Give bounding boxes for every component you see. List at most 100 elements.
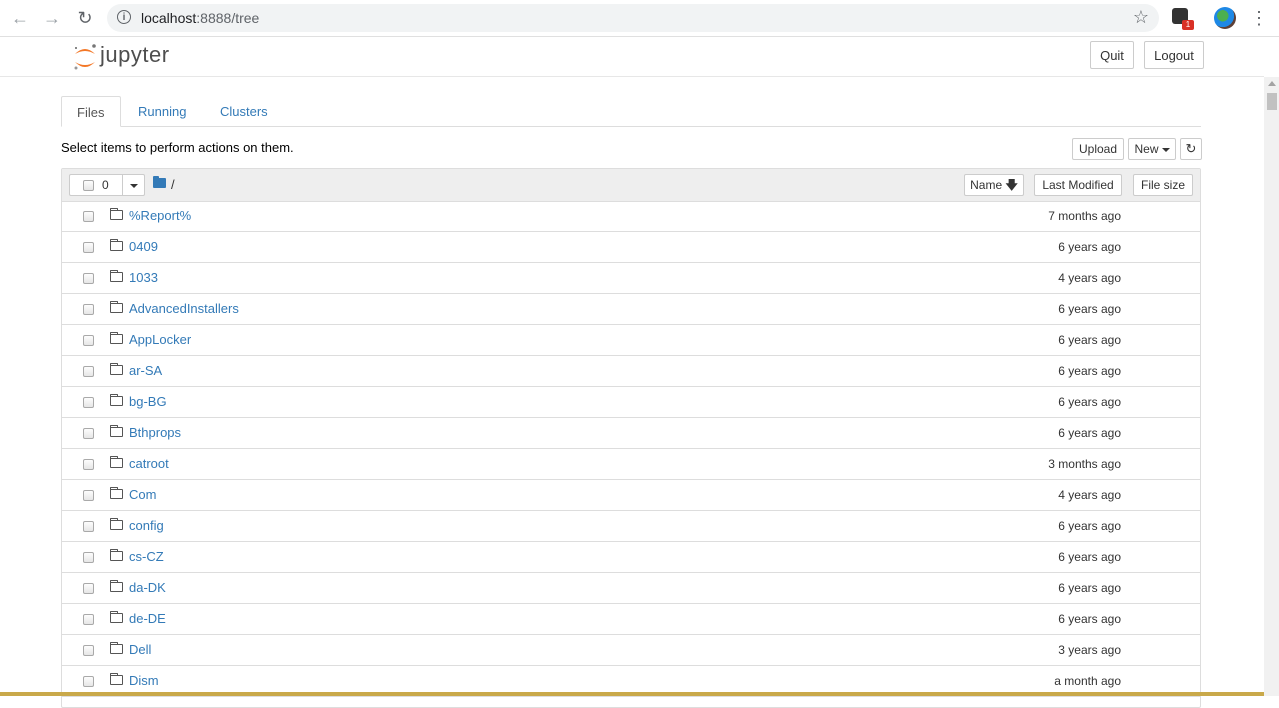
row-checkbox[interactable] xyxy=(83,645,94,656)
reload-icon[interactable]: ↻ xyxy=(73,6,97,30)
tab-files[interactable]: Files xyxy=(61,96,121,127)
table-row[interactable]: 1033 4 years ago xyxy=(62,263,1200,294)
forward-icon[interactable]: → xyxy=(40,6,64,30)
file-modified: 4 years ago xyxy=(1058,488,1121,502)
row-checkbox[interactable] xyxy=(83,583,94,594)
tab-clusters[interactable]: Clusters xyxy=(205,96,283,126)
table-row[interactable]: Dell 3 years ago xyxy=(62,635,1200,666)
sort-modified-button[interactable]: Last Modified xyxy=(1034,174,1122,196)
row-checkbox[interactable] xyxy=(83,552,94,563)
table-row[interactable]: bg-BG 6 years ago xyxy=(62,387,1200,418)
row-checkbox[interactable] xyxy=(83,304,94,315)
sort-size-button[interactable]: File size xyxy=(1133,174,1193,196)
row-checkbox[interactable] xyxy=(83,459,94,470)
file-name-link[interactable]: config xyxy=(129,518,164,533)
table-row[interactable]: cs-CZ 6 years ago xyxy=(62,542,1200,573)
row-checkbox[interactable] xyxy=(83,366,94,377)
row-checkbox[interactable] xyxy=(83,428,94,439)
file-modified: 6 years ago xyxy=(1058,612,1121,626)
profile-avatar[interactable] xyxy=(1214,7,1236,29)
table-row[interactable]: Com 4 years ago xyxy=(62,480,1200,511)
folder-icon xyxy=(110,673,123,685)
tab-running[interactable]: Running xyxy=(123,96,201,126)
file-name-link[interactable]: Dism xyxy=(129,673,159,688)
jupyter-logo-text[interactable]: jupyter xyxy=(100,42,170,68)
browser-menu-icon[interactable]: ⋮ xyxy=(1250,6,1268,30)
file-name-link[interactable]: 1033 xyxy=(129,270,158,285)
file-name-link[interactable]: AdvancedInstallers xyxy=(129,301,239,316)
folder-icon xyxy=(110,301,123,313)
table-row[interactable]: 0409 6 years ago xyxy=(62,232,1200,263)
file-name-link[interactable]: 0409 xyxy=(129,239,158,254)
refresh-button[interactable]: ↻ xyxy=(1180,138,1202,160)
folder-icon xyxy=(110,518,123,530)
file-modified: 7 months ago xyxy=(1048,209,1121,223)
table-row[interactable]: Bthprops 6 years ago xyxy=(62,418,1200,449)
row-checkbox[interactable] xyxy=(83,490,94,501)
table-row[interactable]: de-DE 6 years ago xyxy=(62,604,1200,635)
file-name-link[interactable]: AppLocker xyxy=(129,332,191,347)
row-checkbox[interactable] xyxy=(83,614,94,625)
row-checkbox[interactable] xyxy=(83,273,94,284)
quit-button[interactable]: Quit xyxy=(1090,41,1134,69)
file-modified: 6 years ago xyxy=(1058,240,1121,254)
row-checkbox[interactable] xyxy=(83,521,94,532)
taskbar-edge xyxy=(0,692,1264,696)
file-name-link[interactable]: catroot xyxy=(129,456,169,471)
file-name-link[interactable]: %Report% xyxy=(129,208,191,223)
row-checkbox[interactable] xyxy=(83,397,94,408)
back-icon[interactable]: ← xyxy=(8,6,32,30)
arrow-down-icon: 🡇 xyxy=(1005,178,1018,192)
folder-icon xyxy=(110,332,123,344)
table-row[interactable]: config 6 years ago xyxy=(62,511,1200,542)
row-checkbox[interactable] xyxy=(83,211,94,222)
chevron-down-icon xyxy=(130,183,138,188)
file-modified: 6 years ago xyxy=(1058,364,1121,378)
site-info-icon[interactable]: i xyxy=(117,10,131,24)
page-scrollbar[interactable] xyxy=(1264,77,1279,696)
file-name-link[interactable]: Bthprops xyxy=(129,425,181,440)
file-modified: 6 years ago xyxy=(1058,395,1121,409)
table-row[interactable]: catroot 3 months ago xyxy=(62,449,1200,480)
bookmark-star-icon[interactable]: ☆ xyxy=(1133,7,1149,28)
address-url[interactable]: localhost:8888/tree xyxy=(141,10,259,26)
table-row[interactable]: AppLocker 6 years ago xyxy=(62,325,1200,356)
file-modified: 3 months ago xyxy=(1048,457,1121,471)
row-checkbox[interactable] xyxy=(83,676,94,687)
breadcrumb[interactable]: / xyxy=(171,177,175,192)
select-all-checkbox[interactable] xyxy=(83,180,94,191)
folder-icon xyxy=(110,270,123,282)
select-all-group[interactable]: 0 xyxy=(69,174,145,196)
folder-icon xyxy=(110,394,123,406)
new-button[interactable]: New xyxy=(1128,138,1176,160)
file-name-link[interactable]: Com xyxy=(129,487,156,502)
select-menu-button[interactable] xyxy=(122,175,145,195)
file-name-link[interactable]: ar-SA xyxy=(129,363,162,378)
table-row[interactable]: %Report% 7 months ago xyxy=(62,201,1200,232)
scrollbar-thumb[interactable] xyxy=(1267,93,1277,110)
table-row[interactable]: ar-SA 6 years ago xyxy=(62,356,1200,387)
row-checkbox[interactable] xyxy=(83,335,94,346)
file-name-link[interactable]: da-DK xyxy=(129,580,166,595)
jupyter-header: jupyter Quit Logout xyxy=(0,37,1264,77)
tab-bar: Files Running Clusters xyxy=(61,96,1201,127)
file-modified: 4 years ago xyxy=(1058,271,1121,285)
file-name-link[interactable]: bg-BG xyxy=(129,394,167,409)
folder-icon xyxy=(110,456,123,468)
folder-icon xyxy=(110,425,123,437)
folder-home-icon[interactable] xyxy=(153,176,166,188)
row-checkbox[interactable] xyxy=(83,242,94,253)
file-name-link[interactable]: cs-CZ xyxy=(129,549,164,564)
folder-icon xyxy=(110,642,123,654)
logout-button[interactable]: Logout xyxy=(1144,41,1204,69)
file-name-link[interactable]: de-DE xyxy=(129,611,166,626)
file-modified: 6 years ago xyxy=(1058,581,1121,595)
upload-button[interactable]: Upload xyxy=(1072,138,1124,160)
table-row[interactable]: da-DK 6 years ago xyxy=(62,573,1200,604)
sort-name-button[interactable]: Name 🡇 xyxy=(964,174,1024,196)
new-button-label: New xyxy=(1134,142,1159,156)
address-bar[interactable]: i localhost:8888/tree ☆ xyxy=(107,4,1159,32)
scroll-up-icon[interactable] xyxy=(1268,81,1276,86)
table-row[interactable]: AdvancedInstallers 6 years ago xyxy=(62,294,1200,325)
file-name-link[interactable]: Dell xyxy=(129,642,151,657)
